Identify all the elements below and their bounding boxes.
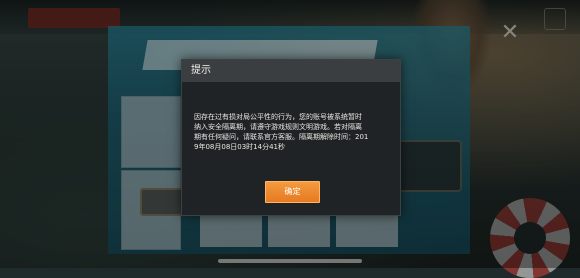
notice-dialog: 提示 因存在过有损对局公平性的行为，您的账号被系统暂时 纳入安全隔离期，请遵守游… — [181, 59, 401, 216]
confirm-button[interactable]: 确定 — [265, 181, 320, 203]
dialog-title: 提示 — [191, 65, 211, 76]
dialog-message: 因存在过有损对局公平性的行为，您的账号被系统暂时 纳入安全隔离期，请遵守游戏规则… — [194, 113, 369, 151]
dialog-header: 提示 — [182, 60, 400, 82]
